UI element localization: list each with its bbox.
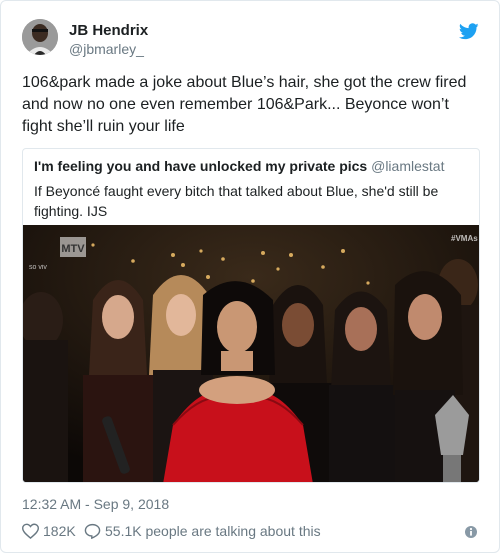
tweet-card: JB Hendrix @jbmarley_ 106&park made a jo… <box>0 0 500 553</box>
quoted-tweet[interactable]: I'm feeling you and have unlocked my pri… <box>22 148 480 483</box>
info-icon[interactable] <box>464 525 478 539</box>
tweet-timestamp[interactable]: 12:32 AM - Sep 9, 2018 <box>22 496 169 512</box>
heart-icon <box>22 523 39 539</box>
talking-count: 55.1K people are talking about this <box>105 523 321 539</box>
like-button[interactable]: 182K <box>22 523 76 539</box>
mtv-logo: MTV <box>60 237 86 257</box>
quoted-header: I'm feeling you and have unlocked my pri… <box>34 158 444 174</box>
twitter-bird-icon[interactable] <box>459 23 479 40</box>
quoted-photo[interactable]: MTV so viv #VMAs <box>23 225 480 483</box>
quoted-author-handle[interactable]: @liamlestat <box>371 158 444 174</box>
svg-text:MTV: MTV <box>61 243 85 255</box>
speech-bubble-icon <box>84 523 101 539</box>
tweet-text: 106&park made a joke about Blue’s hair, … <box>22 74 467 135</box>
conversation-link[interactable]: 55.1K people are talking about this <box>84 523 321 539</box>
tweet-actions: 182K 55.1K people are talking about this <box>22 523 478 543</box>
quoted-text: If Beyoncé faught every bitch that talke… <box>34 183 439 219</box>
quoted-author-name[interactable]: I'm feeling you and have unlocked my pri… <box>34 158 367 174</box>
tweet-header: JB Hendrix @jbmarley_ <box>22 19 479 59</box>
avatar[interactable] <box>22 19 58 55</box>
vmas-watermark: #VMAs <box>451 234 478 243</box>
author-handle[interactable]: @jbmarley_ <box>69 41 144 57</box>
like-count: 182K <box>43 523 76 539</box>
author-name[interactable]: JB Hendrix <box>69 22 148 39</box>
overlay-left-text: so viv <box>29 264 47 271</box>
